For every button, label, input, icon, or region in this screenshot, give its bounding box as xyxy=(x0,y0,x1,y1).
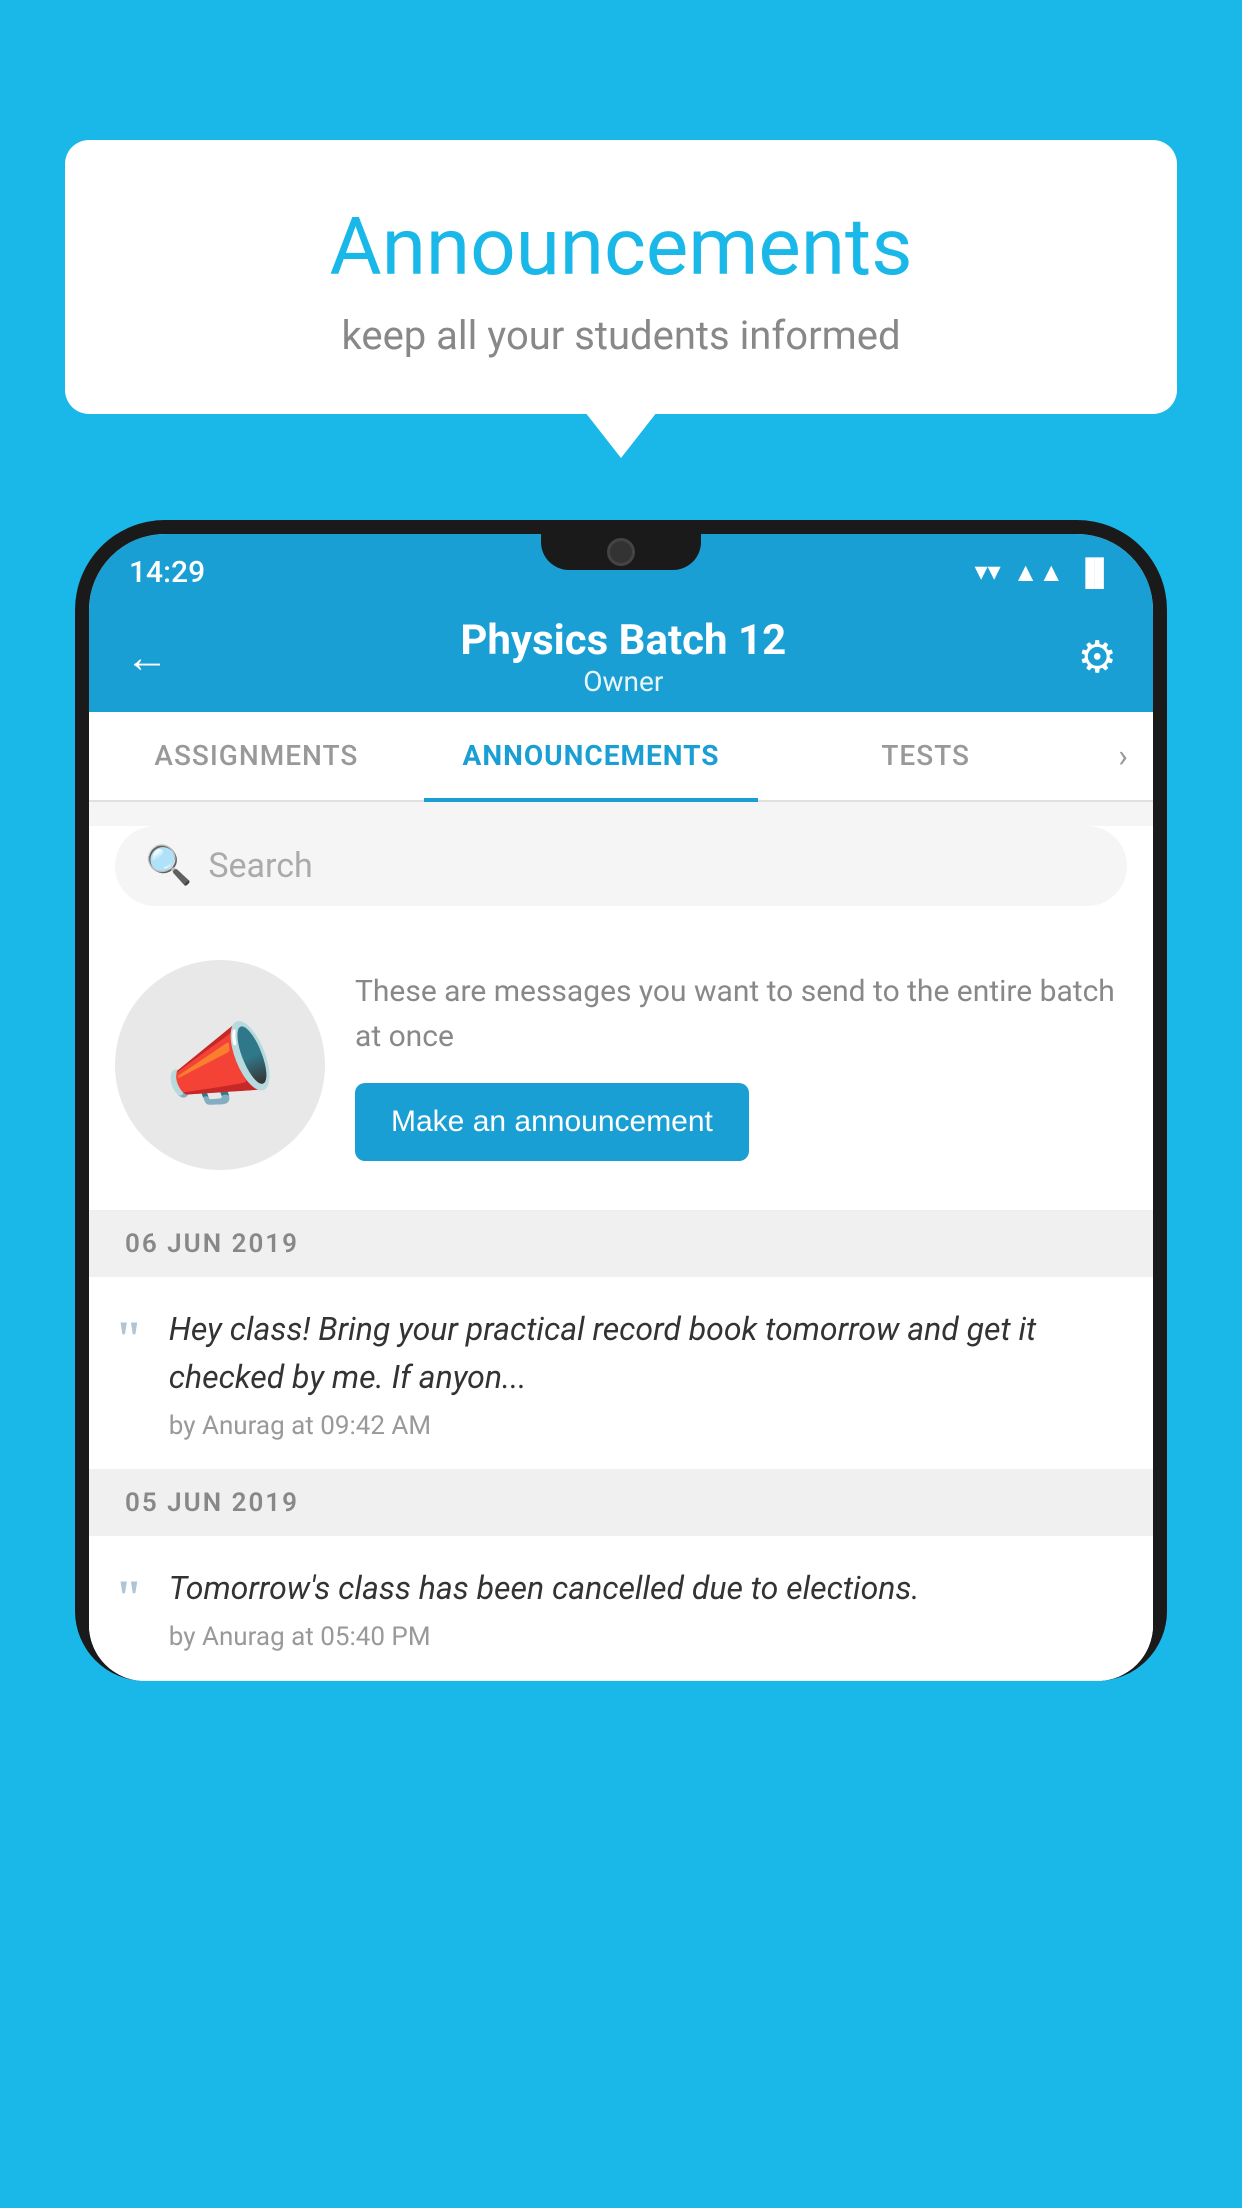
status-icons: ▾▾ ▲▲ ▐▌ xyxy=(975,557,1113,588)
announcement-body-2: Tomorrow's class has been cancelled due … xyxy=(169,1564,1127,1652)
phone-screen: 14:29 ▾▾ ▲▲ ▐▌ ← Physics Batch 12 Owner … xyxy=(89,534,1153,1681)
phone-outer: 14:29 ▾▾ ▲▲ ▐▌ ← Physics Batch 12 Owner … xyxy=(75,520,1167,1681)
announcement-meta-1: by Anurag at 09:42 AM xyxy=(169,1411,1127,1441)
content-area: 🔍 Search 📣 These are messages you want t… xyxy=(89,826,1153,1681)
date-separator-2: 05 JUN 2019 xyxy=(89,1470,1153,1536)
date-separator-1: 06 JUN 2019 xyxy=(89,1211,1153,1277)
signal-icon: ▲▲ xyxy=(1013,557,1064,588)
tabs-bar: ASSIGNMENTS ANNOUNCEMENTS TESTS › xyxy=(89,712,1153,802)
search-placeholder: Search xyxy=(208,846,312,886)
phone-notch xyxy=(541,534,701,570)
announcement-item-2: " Tomorrow's class has been cancelled du… xyxy=(89,1536,1153,1681)
cta-description: These are messages you want to send to t… xyxy=(355,969,1127,1059)
make-announcement-button[interactable]: Make an announcement xyxy=(355,1083,749,1161)
wifi-icon: ▾▾ xyxy=(975,557,1001,587)
announcement-item-1: " Hey class! Bring your practical record… xyxy=(89,1277,1153,1470)
announcement-text-1: Hey class! Bring your practical record b… xyxy=(169,1305,1127,1401)
tab-more-icon[interactable]: › xyxy=(1093,712,1153,800)
tab-assignments[interactable]: ASSIGNMENTS xyxy=(89,712,424,802)
speech-bubble-title: Announcements xyxy=(115,200,1127,294)
header-title: Physics Batch 12 xyxy=(460,616,786,665)
announcement-body-1: Hey class! Bring your practical record b… xyxy=(169,1305,1127,1441)
tab-tests[interactable]: TESTS xyxy=(758,712,1093,802)
announcement-text-2: Tomorrow's class has been cancelled due … xyxy=(169,1564,1127,1612)
battery-icon: ▐▌ xyxy=(1076,557,1113,588)
announcement-cta: 📣 These are messages you want to send to… xyxy=(89,930,1153,1211)
app-header: ← Physics Batch 12 Owner ⚙ xyxy=(89,602,1153,712)
tab-announcements[interactable]: ANNOUNCEMENTS xyxy=(424,712,759,802)
search-bar[interactable]: 🔍 Search xyxy=(115,826,1127,906)
search-icon: 🔍 xyxy=(145,844,192,888)
announcement-icon-circle: 📣 xyxy=(115,960,325,1170)
speech-bubble: Announcements keep all your students inf… xyxy=(65,140,1177,414)
megaphone-icon: 📣 xyxy=(164,1013,276,1118)
header-title-block: Physics Batch 12 Owner xyxy=(460,616,786,698)
cta-right: These are messages you want to send to t… xyxy=(355,969,1127,1161)
speech-bubble-container: Announcements keep all your students inf… xyxy=(65,140,1177,414)
speech-bubble-subtitle: keep all your students informed xyxy=(115,312,1127,359)
quote-icon-2: " xyxy=(115,1572,143,1622)
phone-camera xyxy=(607,538,635,566)
quote-icon-1: " xyxy=(115,1313,143,1363)
status-time: 14:29 xyxy=(129,555,205,590)
settings-icon[interactable]: ⚙ xyxy=(1078,631,1117,683)
header-subtitle: Owner xyxy=(460,665,786,698)
announcement-meta-2: by Anurag at 05:40 PM xyxy=(169,1622,1127,1652)
phone-wrapper: 14:29 ▾▾ ▲▲ ▐▌ ← Physics Batch 12 Owner … xyxy=(75,520,1167,2208)
back-button[interactable]: ← xyxy=(125,631,169,683)
